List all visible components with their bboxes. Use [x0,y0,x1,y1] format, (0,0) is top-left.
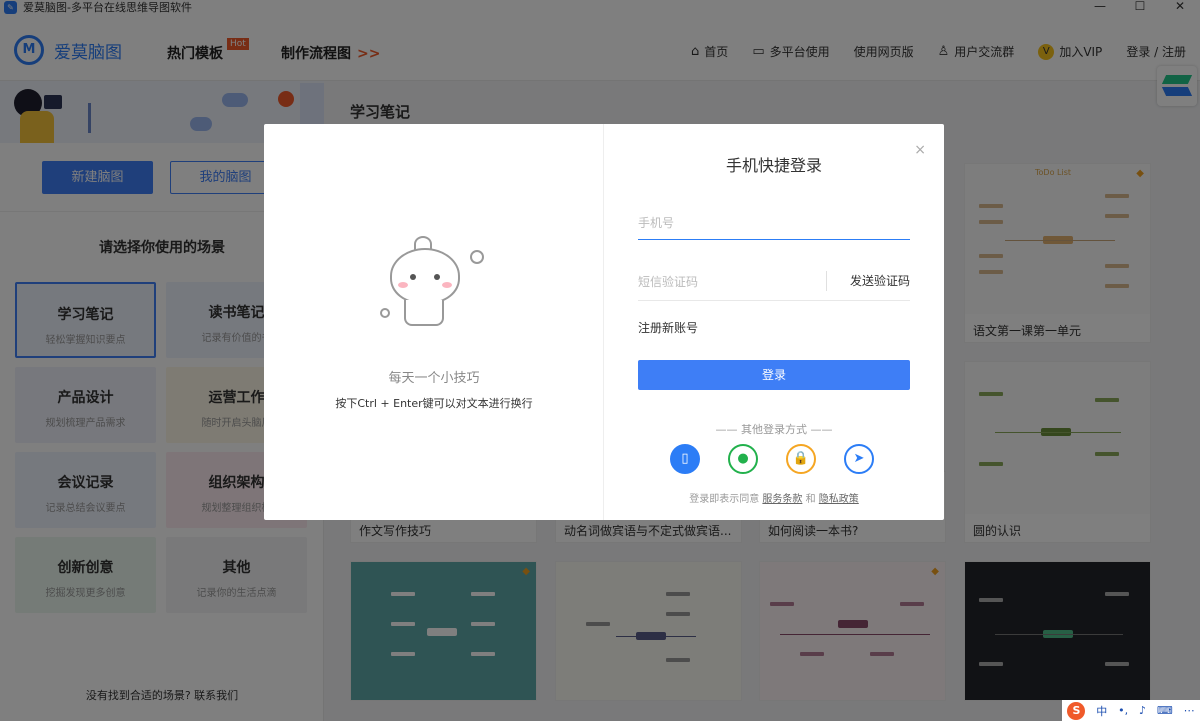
terms-link[interactable]: 服务条款 [762,494,802,505]
agreement-text: 登录即表示同意 服务条款 和 隐私政策 [604,490,944,505]
login-modal: 每天一个小技巧 按下Ctrl + Enter键可以对文本进行换行 × 手机快捷登… [264,124,944,520]
sogou-ime-icon[interactable]: S [1067,702,1085,720]
register-link[interactable]: 注册新账号 [638,319,698,336]
heart-icon [380,308,390,318]
phone-login-icon[interactable]: ▯ [670,444,700,474]
ime-toolbar: S 中 •, ♪ ⌨ ⋯ [1062,700,1200,721]
tip-title: 每天一个小技巧 [264,367,604,386]
lock-icon[interactable]: 🔒 [786,444,816,474]
wechat-icon[interactable]: ● [728,444,758,474]
ime-keyboard-icon[interactable]: ⌨ [1157,704,1173,717]
privacy-link[interactable]: 隐私政策 [819,494,859,505]
login-title: 手机快捷登录 [604,152,944,176]
agree-and: 和 [806,494,816,505]
ime-more-icon[interactable]: ⋯ [1184,704,1195,717]
sms-code-input[interactable] [638,264,818,300]
login-panel: × 手机快捷登录 发送验证码 注册新账号 登录 —— 其他登录方式 —— ▯●🔒… [604,124,944,520]
bun-mascot-illustration [386,236,462,322]
send-code-button[interactable]: 发送验证码 [826,271,910,291]
ime-lang-toggle[interactable]: 中 [1096,703,1107,719]
phone-input[interactable] [638,206,910,240]
heart-icon [470,250,484,264]
ime-voice-icon[interactable]: ♪ [1139,704,1146,717]
other-login-label: —— 其他登录方式 —— [604,421,944,437]
tip-text: 按下Ctrl + Enter键可以对文本进行换行 [264,395,604,411]
login-button[interactable]: 登录 [638,360,910,390]
agree-prefix: 登录即表示同意 [689,494,759,505]
divider [638,300,910,301]
other-login-icons: ▯ ● 🔒 ➤ [670,444,890,474]
ime-punct-icon[interactable]: •, [1118,704,1128,717]
send-icon[interactable]: ➤ [844,444,874,474]
tip-panel: 每天一个小技巧 按下Ctrl + Enter键可以对文本进行换行 [264,124,604,520]
